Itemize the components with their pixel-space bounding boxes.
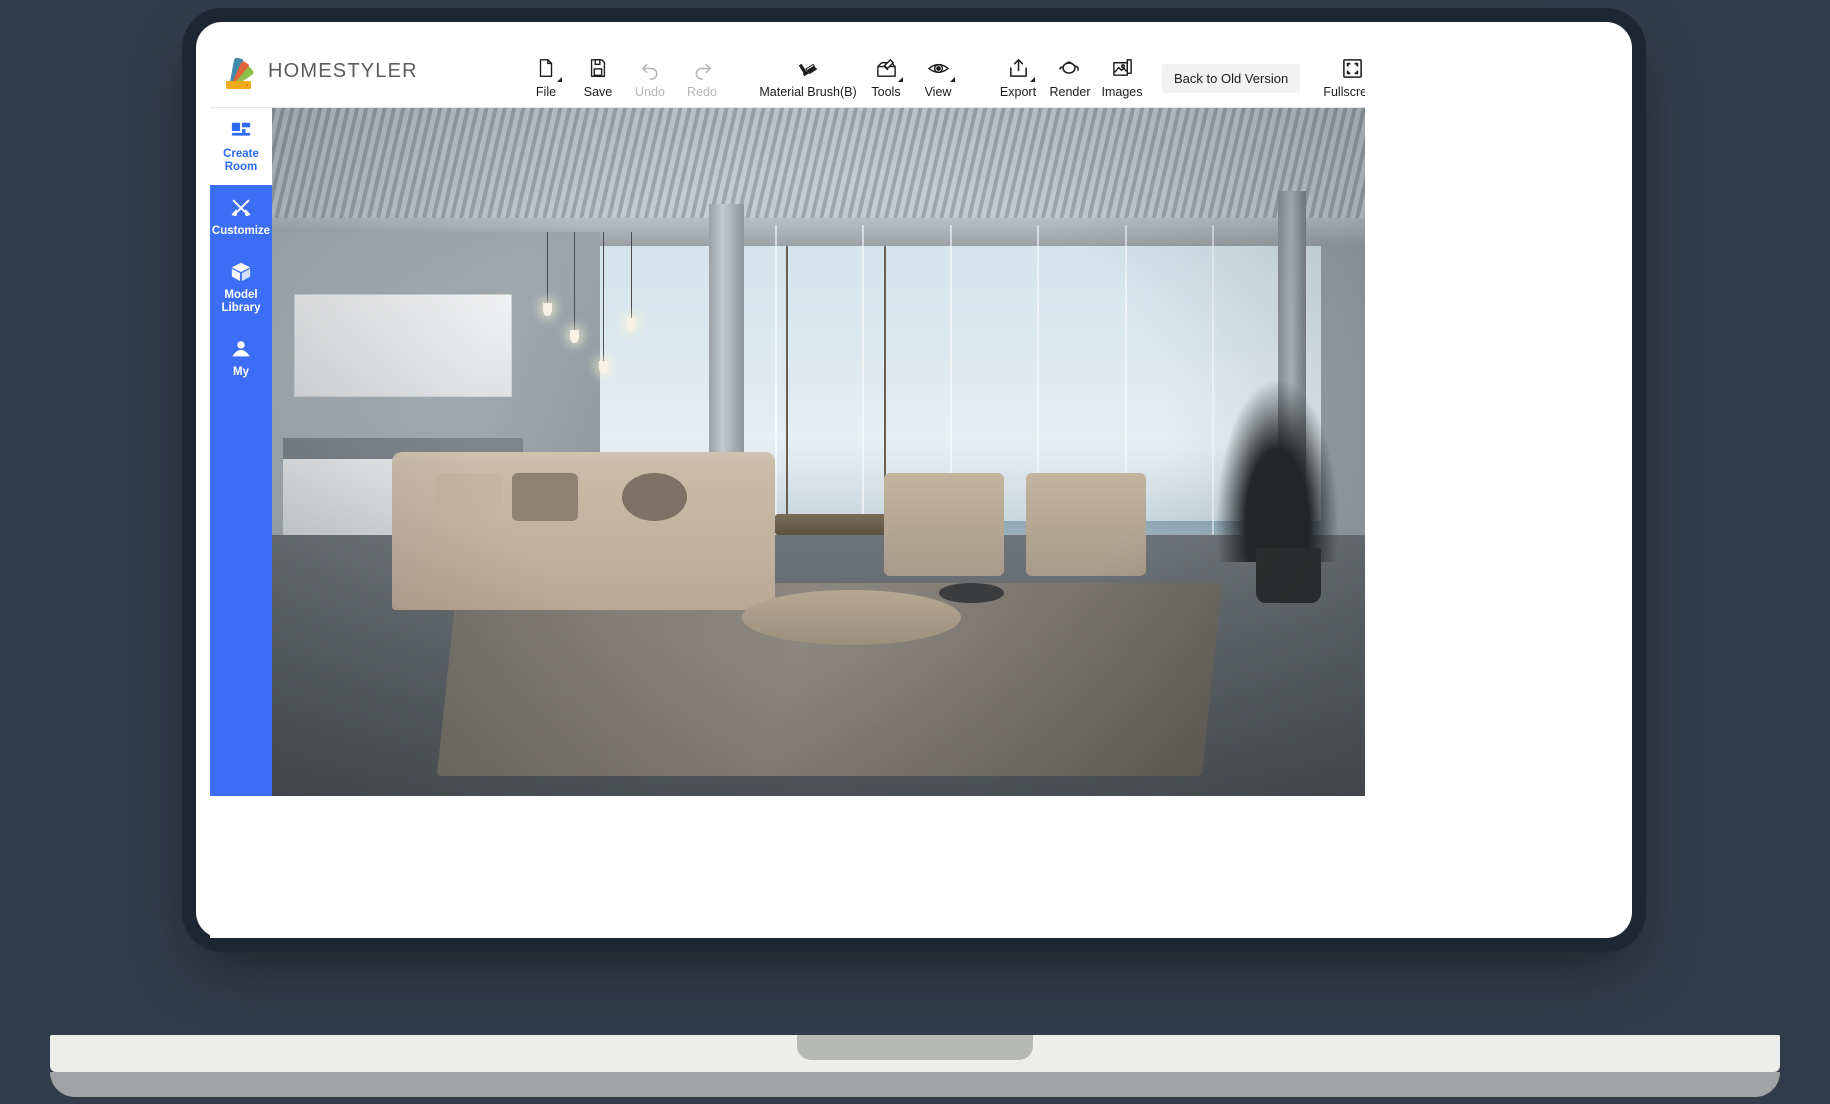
tool-export-label: Export <box>1000 85 1036 99</box>
color-fan-logo-icon <box>222 54 256 90</box>
app-body: Create Room Customize <box>210 108 1365 796</box>
top-toolbar: HOMESTYLER File <box>210 36 1365 108</box>
scene-plant-pot <box>1256 548 1322 603</box>
tool-images[interactable]: Images <box>1096 55 1148 101</box>
brand-name: HOMESTYLER <box>268 60 418 83</box>
tool-file[interactable]: File <box>520 55 572 101</box>
tool-view-label: View <box>925 85 952 99</box>
scene-swing-rope-left <box>786 246 788 521</box>
teapot-icon <box>1058 55 1082 81</box>
scene-plant-leaves <box>1212 369 1343 562</box>
tool-save-label: Save <box>584 85 613 99</box>
toolbar-group-fullscreen: Fullscreen <box>1300 36 1365 107</box>
tool-save[interactable]: Save <box>572 55 624 101</box>
file-page-icon <box>535 55 557 81</box>
box-3d-icon <box>229 260 253 284</box>
tool-file-label: File <box>536 85 556 99</box>
scene-mullion-1 <box>775 225 777 555</box>
tool-tools-label: Tools <box>871 85 900 99</box>
tool-fullscreen-label: Fullscreen <box>1323 85 1365 99</box>
scene-mullion-2 <box>862 225 864 555</box>
scene-armchair-left <box>884 473 1004 576</box>
3d-viewport[interactable] <box>272 108 1365 796</box>
tool-material-brush[interactable]: Material Brush(B) <box>756 55 860 101</box>
scene-coffee-table <box>742 590 961 645</box>
tool-material-brush-label: Material Brush(B) <box>759 85 856 99</box>
floor-plan-icon <box>229 119 253 143</box>
left-sidebar: Create Room Customize <box>210 108 272 796</box>
laptop-base-lip <box>50 1072 1780 1097</box>
scene-armchair-right <box>1026 473 1146 576</box>
image-stack-icon <box>1111 55 1134 81</box>
scene-ceiling-slats <box>272 108 1365 232</box>
app-screen: HOMESTYLER File <box>210 36 1365 796</box>
scene-pendant-light <box>534 232 665 411</box>
laptop-base-notch <box>797 1035 1033 1060</box>
tool-tools[interactable]: Tools <box>860 55 912 101</box>
scene-swing-seat <box>775 514 895 535</box>
sidebar-item-customize-label: Customize <box>212 225 270 238</box>
toolbar-group-file: File Save <box>520 36 728 107</box>
toolbox-icon <box>875 55 898 81</box>
sidebar-item-my-label: My <box>233 366 249 379</box>
back-to-old-version-button[interactable]: Back to Old Version <box>1162 64 1300 93</box>
screen-bottom-fill <box>210 796 1365 938</box>
sidebar-item-create-room[interactable]: Create Room <box>210 108 272 185</box>
tool-export[interactable]: Export <box>992 55 1044 101</box>
tool-view[interactable]: View <box>912 55 964 101</box>
scene-cushion-2 <box>512 473 578 521</box>
rendered-scene <box>272 108 1365 796</box>
tools-cross-icon <box>229 196 253 220</box>
user-person-icon <box>229 337 253 361</box>
eye-icon <box>927 55 950 81</box>
view-caret-icon <box>950 77 955 82</box>
tool-redo[interactable]: Redo <box>676 55 728 101</box>
tool-undo-label: Undo <box>635 85 665 99</box>
brand: HOMESTYLER <box>210 54 520 90</box>
toolbar-group-edit: Material Brush(B) Tools <box>756 36 964 107</box>
tool-render[interactable]: Render <box>1044 55 1096 101</box>
tool-render-label: Render <box>1050 85 1091 99</box>
tool-images-label: Images <box>1102 85 1143 99</box>
file-caret-icon <box>557 77 562 82</box>
sidebar-item-my[interactable]: My <box>210 326 272 390</box>
scene-cushion-3 <box>622 473 688 521</box>
tool-redo-label: Redo <box>687 85 717 99</box>
floppy-disk-icon <box>587 55 609 81</box>
sidebar-item-customize[interactable]: Customize <box>210 185 272 249</box>
fullscreen-icon <box>1341 55 1364 81</box>
sidebar-item-model-library[interactable]: Model Library <box>210 249 272 326</box>
toolbar-group-output: Export Render <box>992 36 1148 107</box>
export-caret-icon <box>1030 77 1035 82</box>
export-upload-icon <box>1007 55 1030 81</box>
page-root: HOMESTYLER File <box>0 0 1830 1104</box>
sidebar-item-model-library-label: Model Library <box>222 289 261 315</box>
redo-arrow-icon <box>691 55 714 81</box>
tool-undo[interactable]: Undo <box>624 55 676 101</box>
paint-brush-icon <box>797 55 820 81</box>
undo-arrow-icon <box>639 55 662 81</box>
scene-cushion-1 <box>436 473 502 521</box>
tools-caret-icon <box>898 77 903 82</box>
sidebar-item-create-room-label: Create Room <box>223 148 259 174</box>
scene-kitchen-cabinets <box>294 294 513 397</box>
tool-fullscreen[interactable]: Fullscreen <box>1300 55 1365 101</box>
